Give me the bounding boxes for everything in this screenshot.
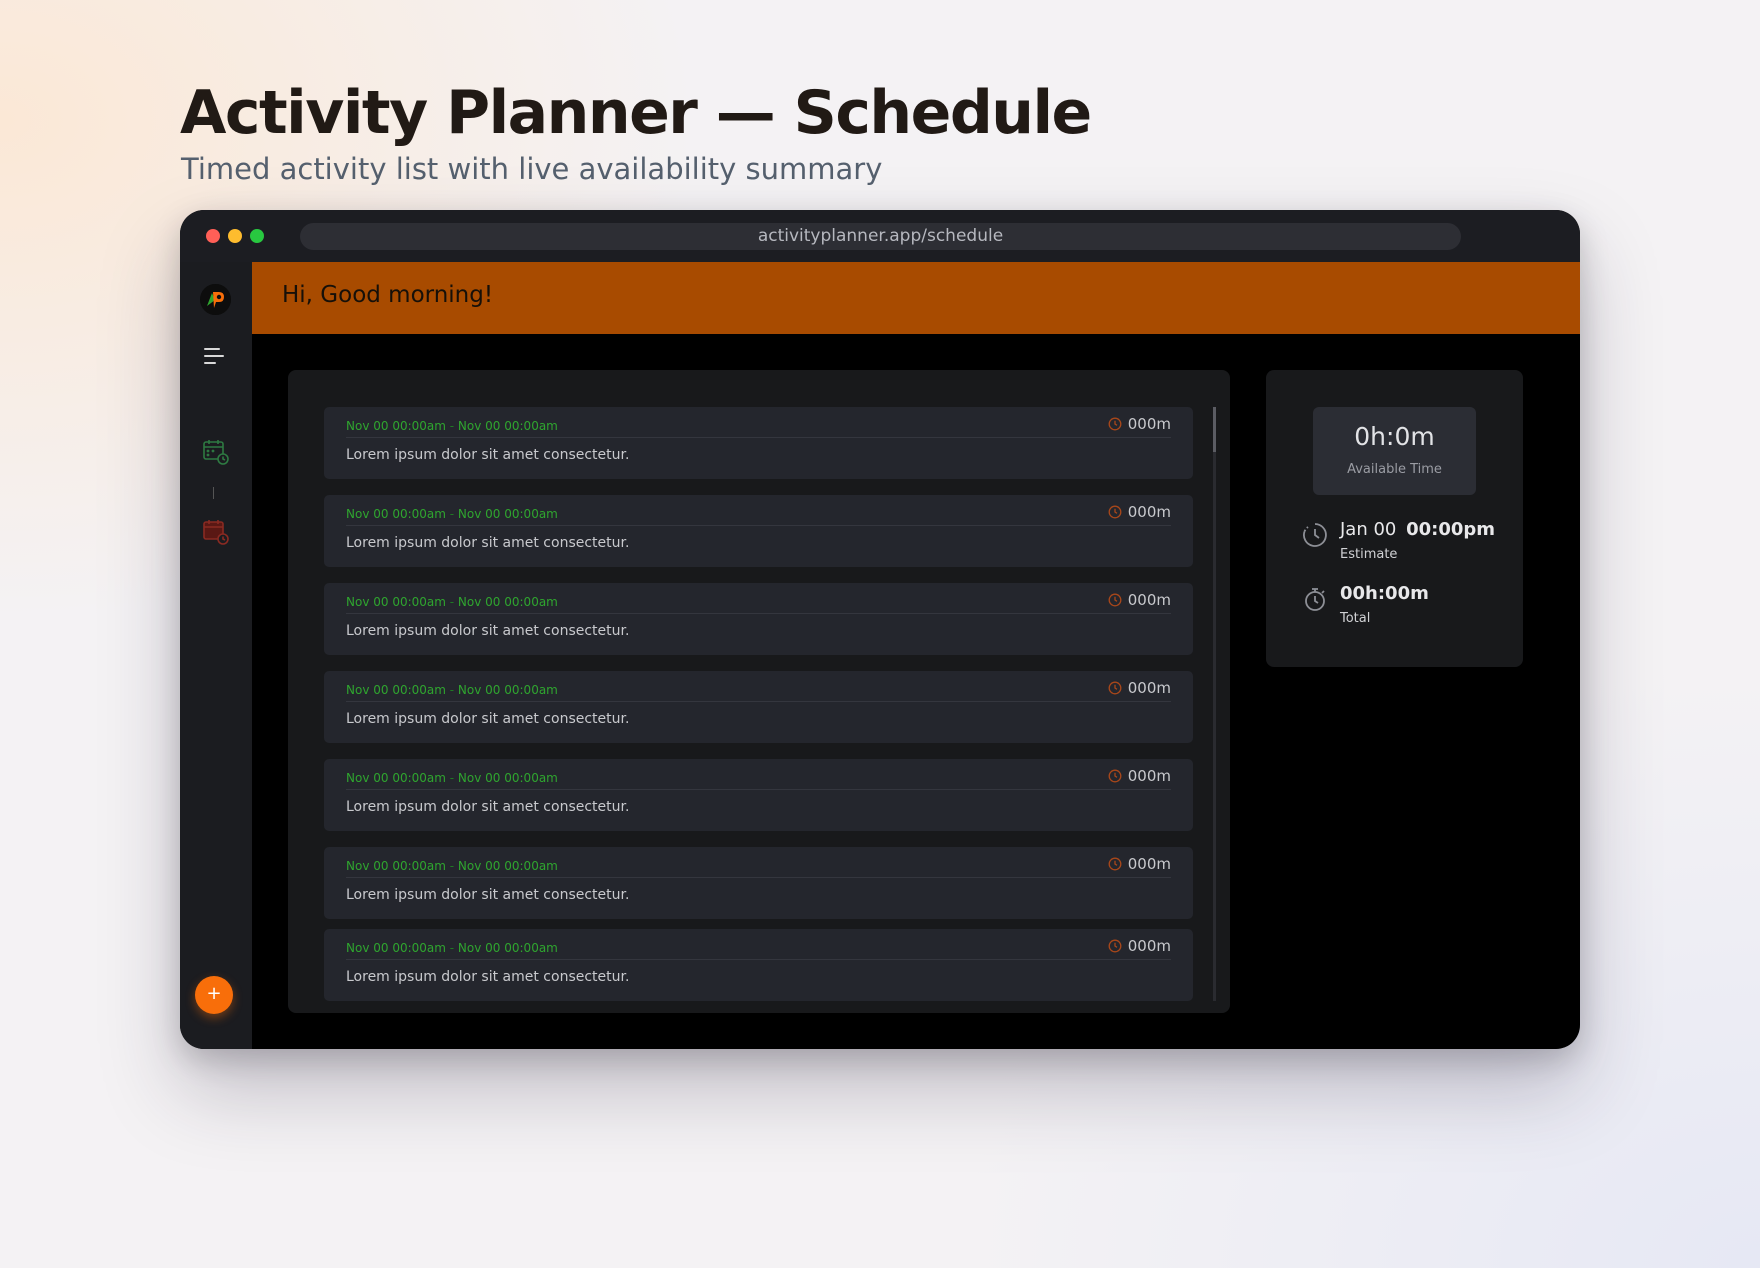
hamburger-menu-icon[interactable] xyxy=(204,347,226,365)
activity-range-separator: - xyxy=(445,595,458,609)
total-value-text: 00h:00m xyxy=(1340,583,1429,604)
activity-description: Lorem ipsum dolor sit amet consectetur. xyxy=(346,799,630,815)
activity-start: Nov 00 00:00am xyxy=(346,595,446,609)
card-divider xyxy=(346,525,1171,526)
activity-card[interactable]: Nov 00 00:00am - Nov 00 00:00am 000m Lorem… xyxy=(324,671,1193,743)
stopwatch-icon xyxy=(1302,586,1328,616)
close-window-button[interactable] xyxy=(206,229,220,243)
activity-card[interactable]: Nov 00 00:00am - Nov 00 00:00am 000m Lorem… xyxy=(324,495,1193,567)
app-window: activityplanner.app/schedule + Hi, Good … xyxy=(180,210,1580,1049)
duration-clock-icon xyxy=(1108,592,1122,611)
estimate-time: 00:00pm xyxy=(1406,519,1496,540)
activity-time-range: Nov 00 00:00am - Nov 00 00:00am xyxy=(346,941,558,955)
activity-card[interactable]: Nov 00 00:00am - Nov 00 00:00am 000m Lorem… xyxy=(324,759,1193,831)
activity-end: Nov 00 00:00am xyxy=(457,859,558,873)
activity-start: Nov 00 00:00am xyxy=(346,859,446,873)
activity-range-separator: - xyxy=(445,941,458,955)
activity-description: Lorem ipsum dolor sit amet consectetur. xyxy=(346,447,630,463)
page-subtitle: Timed activity list with live availabili… xyxy=(181,152,883,186)
available-time-label: Available Time xyxy=(1347,462,1442,477)
activity-time-range: Nov 00 00:00am - Nov 00 00:00am xyxy=(346,771,558,785)
total-label: Total xyxy=(1340,611,1371,626)
activity-range-separator: - xyxy=(445,419,458,433)
activity-start: Nov 00 00:00am xyxy=(346,941,446,955)
duration-clock-icon xyxy=(1108,856,1122,875)
duration-clock-icon xyxy=(1108,680,1122,699)
add-activity-button[interactable]: + xyxy=(195,976,233,1014)
card-divider xyxy=(346,613,1171,614)
activity-time-range: Nov 00 00:00am - Nov 00 00:00am xyxy=(346,419,558,433)
duration-clock-icon xyxy=(1108,938,1122,957)
activity-start: Nov 00 00:00am xyxy=(346,683,446,697)
address-bar[interactable]: activityplanner.app/schedule xyxy=(300,223,1461,250)
activity-card[interactable]: Nov 00 00:00am - Nov 00 00:00am 000m Lorem… xyxy=(324,847,1193,919)
activity-time-range: Nov 00 00:00am - Nov 00 00:00am xyxy=(346,595,558,609)
activity-duration: 000m xyxy=(1127,679,1171,697)
activity-start: Nov 00 00:00am xyxy=(346,507,446,521)
clock-icon xyxy=(1302,522,1328,552)
sidebar-divider xyxy=(213,487,214,499)
minimize-window-button[interactable] xyxy=(228,229,242,243)
available-time-card: 0h:0m Available Time xyxy=(1313,407,1476,495)
activity-duration: 000m xyxy=(1127,767,1171,785)
card-divider xyxy=(346,959,1171,960)
activity-description: Lorem ipsum dolor sit amet consectetur. xyxy=(346,969,630,985)
card-divider xyxy=(346,701,1171,702)
card-divider xyxy=(346,437,1171,438)
scrollbar-thumb[interactable] xyxy=(1213,407,1216,452)
activity-end: Nov 00 00:00am xyxy=(457,941,558,955)
activity-duration: 000m xyxy=(1127,503,1171,521)
card-divider xyxy=(346,877,1171,878)
activity-range-separator: - xyxy=(445,683,458,697)
duration-clock-icon xyxy=(1108,416,1122,435)
activity-description: Lorem ipsum dolor sit amet consectetur. xyxy=(346,711,630,727)
greeting-header: Hi, Good morning! xyxy=(252,262,1580,334)
activity-end: Nov 00 00:00am xyxy=(457,683,558,697)
activity-time-range: Nov 00 00:00am - Nov 00 00:00am xyxy=(346,683,558,697)
activity-time-range: Nov 00 00:00am - Nov 00 00:00am xyxy=(346,507,558,521)
ap-logo-icon[interactable] xyxy=(200,284,231,315)
available-time-value: 0h:0m xyxy=(1354,422,1435,451)
activity-description: Lorem ipsum dolor sit amet consectetur. xyxy=(346,887,630,903)
activity-card[interactable]: Nov 00 00:00am - Nov 00 00:00am 000m Lorem… xyxy=(324,583,1193,655)
activity-duration: 000m xyxy=(1127,937,1171,955)
greeting-text: Hi, Good morning! xyxy=(282,282,494,308)
activity-duration: 000m xyxy=(1127,415,1171,433)
activity-range-separator: - xyxy=(445,859,458,873)
summary-panel: 0h:0m Available Time Jan 00 00:00pm Esti… xyxy=(1266,370,1523,667)
activity-duration: 000m xyxy=(1127,591,1171,609)
calendar-clock-icon-red[interactable] xyxy=(202,518,230,550)
browser-titlebar: activityplanner.app/schedule xyxy=(180,210,1580,262)
activity-end: Nov 00 00:00am xyxy=(457,771,558,785)
duration-clock-icon xyxy=(1108,504,1122,523)
maximize-window-button[interactable] xyxy=(250,229,264,243)
activity-end: Nov 00 00:00am xyxy=(457,507,558,521)
estimate-value: Jan 00 00:00pm xyxy=(1340,519,1495,540)
estimate-date: Jan 00 xyxy=(1340,519,1397,540)
activity-description: Lorem ipsum dolor sit amet consectetur. xyxy=(346,535,630,551)
activity-duration: 000m xyxy=(1127,855,1171,873)
page-title: Activity Planner — Schedule xyxy=(180,78,1092,148)
activity-time-range: Nov 00 00:00am - Nov 00 00:00am xyxy=(346,859,558,873)
activity-end: Nov 00 00:00am xyxy=(457,419,558,433)
total-value: 00h:00m xyxy=(1340,583,1429,604)
activity-range-separator: - xyxy=(445,507,458,521)
activity-card[interactable]: Nov 00 00:00am - Nov 00 00:00am 000m Lorem… xyxy=(324,929,1193,1001)
activity-start: Nov 00 00:00am xyxy=(346,419,446,433)
activity-list-scrollbar[interactable] xyxy=(1213,407,1216,1001)
calendar-clock-icon-green[interactable] xyxy=(202,438,230,470)
activity-range-separator: - xyxy=(445,771,458,785)
duration-clock-icon xyxy=(1108,768,1122,787)
estimate-label: Estimate xyxy=(1340,547,1398,562)
activity-end: Nov 00 00:00am xyxy=(457,595,558,609)
activity-card[interactable]: Nov 00 00:00am - Nov 00 00:00am 000m Lorem… xyxy=(324,407,1193,479)
activity-start: Nov 00 00:00am xyxy=(346,771,446,785)
card-divider xyxy=(346,789,1171,790)
activity-description: Lorem ipsum dolor sit amet consectetur. xyxy=(346,623,630,639)
sidebar: + xyxy=(180,262,252,1049)
